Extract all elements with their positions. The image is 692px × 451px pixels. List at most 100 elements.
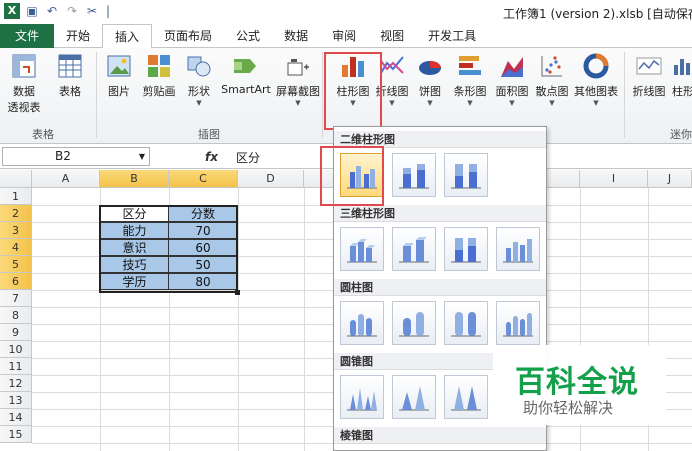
row-header[interactable]: 10 — [0, 341, 32, 358]
sparkline-line-button[interactable]: 折线图 — [628, 52, 670, 99]
other-charts-button[interactable]: 其他图表 ▼ — [572, 52, 620, 107]
3d-stacked-column-option[interactable] — [392, 227, 436, 271]
undo-icon[interactable]: ↶ — [44, 3, 60, 19]
column-header-j[interactable]: J — [648, 170, 692, 188]
clipart-button[interactable]: 剪贴画 — [138, 52, 180, 99]
ribbon-tabs: 文件 开始 插入 页面布局 公式 数据 审阅 视图 开发工具 — [0, 24, 692, 49]
redo-icon[interactable]: ↷ — [64, 3, 80, 19]
3d-clustered-column-option[interactable] — [340, 227, 384, 271]
tab-home[interactable]: 开始 — [54, 24, 102, 48]
row-header[interactable]: 2 — [0, 205, 32, 222]
row-header[interactable]: 15 — [0, 426, 32, 443]
smartart-button[interactable]: SmartArt — [220, 52, 272, 96]
percent-stacked-cylinder-option[interactable] — [444, 301, 488, 345]
grid-line — [304, 188, 305, 451]
table-cell[interactable]: 技巧 — [100, 256, 169, 273]
percent-stacked-cone-option[interactable] — [444, 375, 488, 419]
name-box[interactable]: B2 ▼ — [2, 147, 150, 166]
row-header[interactable]: 7 — [0, 290, 32, 307]
stacked-column-option[interactable] — [392, 153, 436, 197]
table-button[interactable]: 表格 — [52, 52, 88, 99]
group-label-sparklines: 迷你 — [670, 128, 692, 141]
row-header[interactable]: 9 — [0, 324, 32, 341]
select-all-corner[interactable] — [0, 170, 32, 188]
pie-chart-label: 饼图 — [419, 85, 441, 98]
row-header[interactable]: 14 — [0, 409, 32, 426]
scatter-chart-label: 散点图 — [535, 85, 569, 98]
pie-chart-button[interactable]: 饼图 ▼ — [414, 52, 446, 107]
percent-stacked-column-icon — [451, 164, 481, 189]
row-header[interactable]: 11 — [0, 358, 32, 375]
3d-column-option[interactable] — [496, 227, 540, 271]
table-cell[interactable]: 50 — [168, 256, 238, 273]
tab-data[interactable]: 数据 — [272, 24, 320, 48]
scatter-chart-button[interactable]: 散点图 ▼ — [532, 52, 572, 107]
window-title: 工作簿1 (version 2).xlsb [自动保存的 — [503, 7, 692, 21]
table-cell[interactable]: 80 — [168, 273, 238, 290]
tab-formulas[interactable]: 公式 — [224, 24, 272, 48]
smartart-icon — [232, 52, 260, 80]
row-header[interactable]: 3 — [0, 222, 32, 239]
sparkline-line-label: 折线图 — [632, 85, 666, 98]
row-header[interactable]: 12 — [0, 375, 32, 392]
3d-percent-stacked-column-icon — [451, 238, 481, 263]
fx-icon[interactable]: fx — [205, 150, 218, 164]
pivot-table-button[interactable]: 数据 透视表 — [4, 52, 44, 115]
tab-view[interactable]: 视图 — [368, 24, 416, 48]
picture-button[interactable]: 图片 — [102, 52, 136, 99]
formula-value[interactable]: 区分 — [236, 149, 260, 166]
smartart-label: SmartArt — [221, 83, 271, 96]
clustered-cylinder-option[interactable] — [340, 301, 384, 345]
table-header-cell[interactable]: 区分 — [100, 205, 169, 222]
column-header-b[interactable]: B — [100, 170, 169, 188]
area-chart-button[interactable]: 面积图 ▼ — [492, 52, 532, 107]
tab-page-layout[interactable]: 页面布局 — [152, 24, 224, 48]
stacked-cone-option[interactable] — [392, 375, 436, 419]
table-cell[interactable]: 学历 — [100, 273, 169, 290]
row-header[interactable]: 5 — [0, 256, 32, 273]
table-cell[interactable]: 能力 — [100, 222, 169, 239]
3d-cylinder-option[interactable] — [496, 301, 540, 345]
row-header[interactable]: 13 — [0, 392, 32, 409]
customize-icon[interactable]: ✂ — [84, 3, 100, 19]
bar-chart-button[interactable]: 条形图 ▼ — [450, 52, 490, 107]
tab-file[interactable]: 文件 — [0, 24, 54, 48]
shapes-label: 形状 — [188, 85, 210, 98]
screenshot-button[interactable]: 屏幕截图 ▼ — [274, 52, 322, 107]
row-header[interactable]: 8 — [0, 307, 32, 324]
clustered-cone-option[interactable] — [340, 375, 384, 419]
percent-stacked-column-option[interactable] — [444, 153, 488, 197]
bar-chart-icon — [456, 52, 484, 80]
row-header[interactable]: 4 — [0, 239, 32, 256]
table-header-cell[interactable]: 分数 — [168, 205, 238, 222]
tab-developer[interactable]: 开发工具 — [416, 24, 488, 48]
tab-review[interactable]: 审阅 — [320, 24, 368, 48]
ribbon-separator — [624, 52, 625, 138]
picture-label: 图片 — [108, 85, 130, 98]
stacked-cylinder-option[interactable] — [392, 301, 436, 345]
customize-dropdown-icon[interactable]: | — [104, 3, 112, 19]
picture-icon — [105, 52, 133, 80]
shapes-icon — [185, 52, 213, 80]
3d-percent-stacked-column-option[interactable] — [444, 227, 488, 271]
column-header-a[interactable]: A — [32, 170, 100, 188]
screenshot-icon — [284, 52, 312, 80]
column-header-d[interactable]: D — [238, 170, 304, 188]
row-header[interactable]: 1 — [0, 188, 32, 205]
save-icon[interactable]: ▣ — [24, 3, 40, 19]
row-header[interactable]: 6 — [0, 273, 32, 290]
tab-insert[interactable]: 插入 — [102, 24, 153, 49]
table-cell[interactable]: 意识 — [100, 239, 169, 256]
pivot-table-label: 数据 — [13, 85, 35, 98]
table-cell[interactable]: 70 — [168, 222, 238, 239]
column-header-i[interactable]: I — [580, 170, 648, 188]
sparkline-column-button[interactable]: 柱形 — [668, 52, 692, 99]
title-bar: X ▣ ↶ ↷ ✂ | 工作簿1 (version 2).xlsb [自动保存的 — [0, 0, 692, 24]
shapes-button[interactable]: 形状 ▼ — [184, 52, 214, 107]
table-cell[interactable]: 60 — [168, 239, 238, 256]
column-header-c[interactable]: C — [169, 170, 238, 188]
name-box-dropdown-icon[interactable]: ▼ — [139, 148, 145, 165]
gallery-section-cylinder: 圆柱图 — [334, 279, 546, 296]
bar-chart-label: 条形图 — [453, 85, 487, 98]
area-chart-icon — [498, 52, 526, 80]
